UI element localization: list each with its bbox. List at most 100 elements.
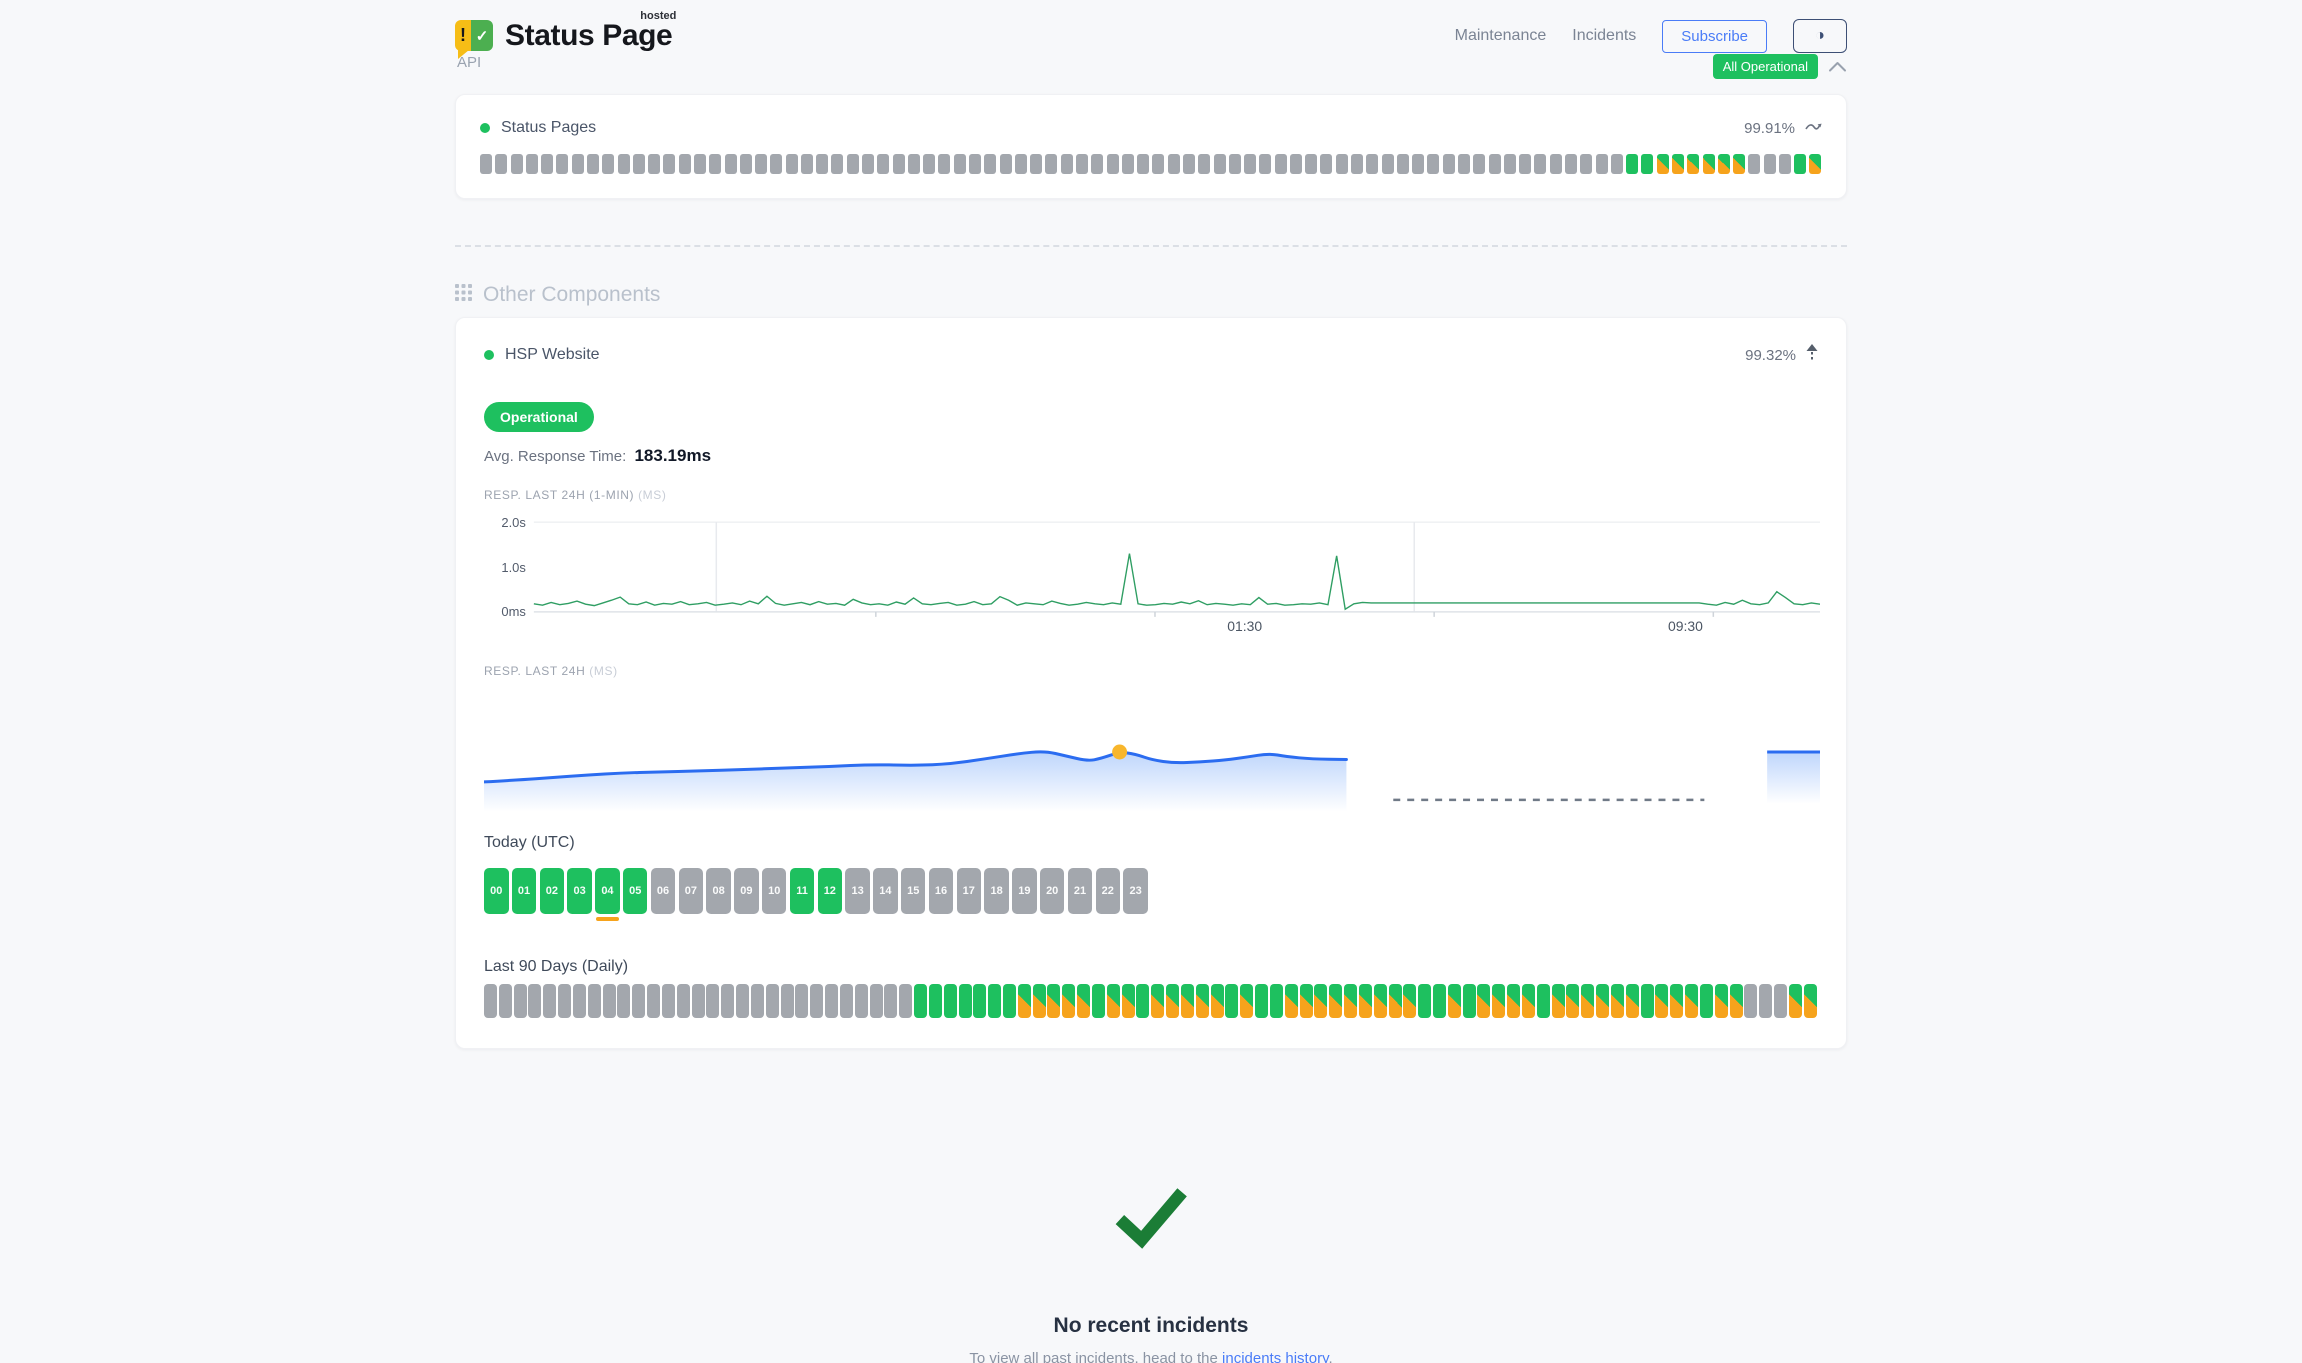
- uptime-bar: [1458, 154, 1470, 174]
- uptime-bar: [1764, 154, 1776, 174]
- uptime-bar: [602, 154, 614, 174]
- chevron-up-icon[interactable]: [1828, 60, 1847, 73]
- xtick-0130: 01:30: [1227, 618, 1262, 634]
- uptime-bar: [1730, 984, 1743, 1018]
- uptime-bar: [677, 984, 690, 1018]
- hour-block-15: 15: [901, 868, 926, 914]
- uptime-bar: [899, 984, 912, 1018]
- nav-incidents[interactable]: Incidents: [1572, 27, 1636, 45]
- uptime-bar: [1596, 984, 1609, 1018]
- uptime-bar: [1537, 984, 1550, 1018]
- component-row-hsp-website: HSP Website 99.32%: [484, 344, 1818, 366]
- api-section-head: API All Operational: [455, 54, 1847, 84]
- ytick-1s: 1.0s: [501, 560, 526, 575]
- grid-icon: [455, 283, 472, 307]
- uptime-bar: [1076, 154, 1088, 174]
- uptime-bar: [923, 154, 935, 174]
- uptime-bar: [1305, 154, 1317, 174]
- component-row-status-pages: Status Pages 99.91%: [480, 119, 1822, 137]
- uptime-bar: [1733, 154, 1745, 174]
- uptime-bar: [1290, 154, 1302, 174]
- hour-block-03: 03: [567, 868, 592, 914]
- uptime-bar: [1794, 154, 1806, 174]
- chart1-label: RESP. LAST 24H (1-MIN) (MS): [484, 488, 1818, 502]
- uptime-bars-status-pages: [480, 154, 1822, 174]
- footer: No recent incidents To view all past inc…: [455, 1183, 1847, 1363]
- uptime-bar: [692, 984, 705, 1018]
- api-card: Status Pages 99.91%: [455, 94, 1847, 199]
- hour-block-10: 10: [762, 868, 787, 914]
- uptime-bar: [736, 984, 749, 1018]
- uptime-bar: [709, 154, 721, 174]
- uptime-bar: [1534, 154, 1546, 174]
- uptime-bar: [816, 154, 828, 174]
- uptime-bar: [587, 154, 599, 174]
- uptime-bar: [1244, 154, 1256, 174]
- uptime-percentage: 99.32%: [1745, 347, 1796, 364]
- incidents-history-link[interactable]: incidents history: [1222, 1350, 1328, 1363]
- uptime-bar: [1389, 984, 1402, 1018]
- uptime-bar: [662, 984, 675, 1018]
- uptime-bar: [938, 154, 950, 174]
- uptime-bar: [1504, 154, 1516, 174]
- uptime-bar: [1374, 984, 1387, 1018]
- uptime-bar: [1611, 984, 1624, 1018]
- component-name: Status Pages: [501, 119, 596, 137]
- component-name: HSP Website: [505, 346, 600, 364]
- uptime-bar: [801, 154, 813, 174]
- uptime-bar: [1477, 984, 1490, 1018]
- uptime-bar: [1211, 984, 1224, 1018]
- theme-toggle-button[interactable]: ◑: [1793, 19, 1847, 53]
- uptime-bar: [786, 154, 798, 174]
- uptime-bar: [870, 984, 883, 1018]
- uptime-bar: [1240, 984, 1253, 1018]
- uptime-bar: [847, 154, 859, 174]
- logo-title: Status Page: [505, 19, 672, 52]
- subscribe-button[interactable]: Subscribe: [1662, 20, 1767, 53]
- uptime-bar: [1196, 984, 1209, 1018]
- uptime-bar: [944, 984, 957, 1018]
- uptime-bar: [1611, 154, 1623, 174]
- uptime-bar: [647, 984, 660, 1018]
- nav-maintenance[interactable]: Maintenance: [1455, 27, 1547, 45]
- uptime-bar: [988, 984, 1001, 1018]
- uptime-bar: [663, 154, 675, 174]
- uptime-bar: [1181, 984, 1194, 1018]
- hour-block-13: 13: [845, 868, 870, 914]
- uptime-bar: [1718, 154, 1730, 174]
- uptime-bar: [1003, 984, 1016, 1018]
- logo-superscript: hosted: [640, 10, 676, 22]
- uptime-bar: [1329, 984, 1342, 1018]
- uptime-bar: [914, 984, 927, 1018]
- uptime-bar: [1077, 984, 1090, 1018]
- uptime-bar: [511, 154, 523, 174]
- uptime-bar: [514, 984, 527, 1018]
- uptime-bar: [484, 984, 497, 1018]
- hour-block-22: 22: [1096, 868, 1121, 914]
- hour-block-01: 01: [512, 868, 537, 914]
- uptime-bar: [1641, 154, 1653, 174]
- uptime-bar: [1397, 154, 1409, 174]
- uptime-bar: [1566, 984, 1579, 1018]
- uptime-bar: [1492, 984, 1505, 1018]
- uptime-bar: [855, 984, 868, 1018]
- ytick-2s: 2.0s: [501, 515, 526, 530]
- hour-block-19: 19: [1012, 868, 1037, 914]
- uptime-bar: [1418, 984, 1431, 1018]
- uptime-bar: [1136, 984, 1149, 1018]
- uptime-bar: [1092, 984, 1105, 1018]
- uptime-bar: [1275, 154, 1287, 174]
- logo[interactable]: ! ✓ hosted Status Page: [455, 19, 672, 53]
- daily-title: Last 90 Days (Daily): [484, 958, 1818, 976]
- uptime-bar: [1641, 984, 1654, 1018]
- status-dot: [484, 350, 494, 360]
- uptime-bar: [1045, 154, 1057, 174]
- uptime-bar: [1344, 984, 1357, 1018]
- hour-block-07: 07: [679, 868, 704, 914]
- status-page: ! ✓ hosted Status Page Maintenance Incid…: [455, 0, 1847, 1363]
- uptime-bar: [1137, 154, 1149, 174]
- uptime-bar: [632, 984, 645, 1018]
- uptime-bar: [755, 154, 767, 174]
- uptime-bar: [1685, 984, 1698, 1018]
- chart-marker-dot[interactable]: [1112, 745, 1127, 760]
